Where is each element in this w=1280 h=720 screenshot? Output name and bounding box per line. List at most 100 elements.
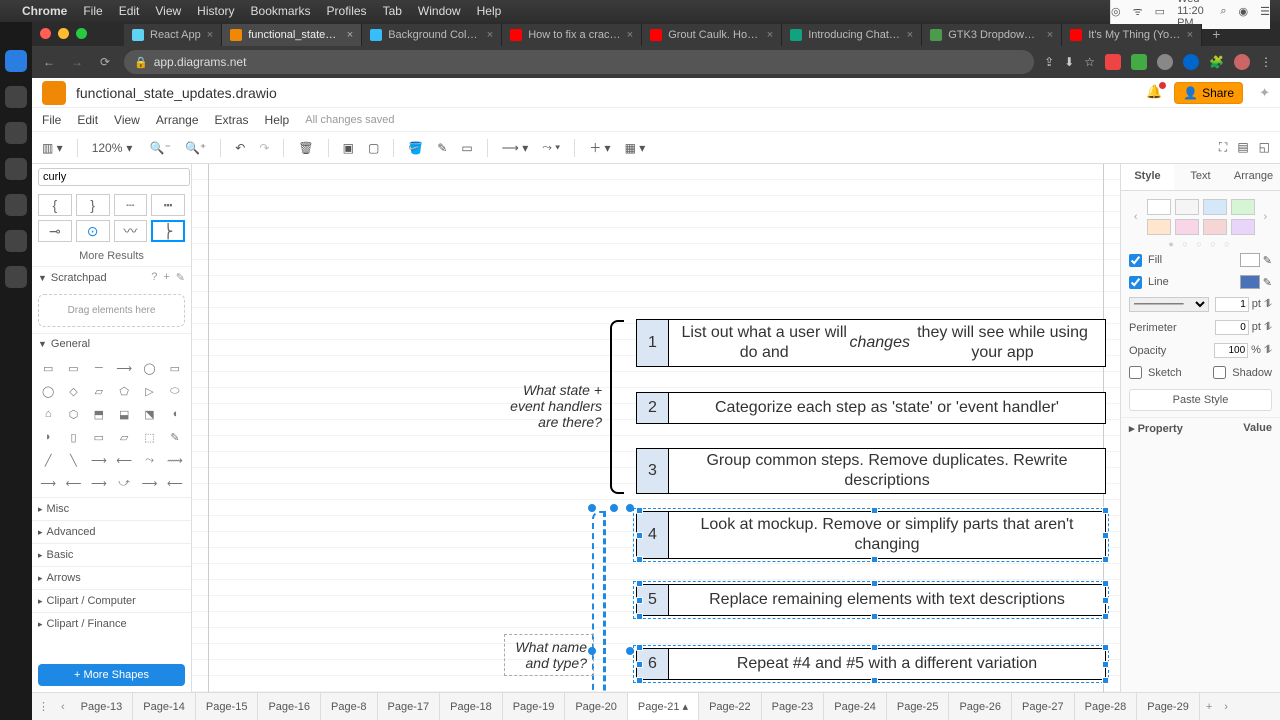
shape-18[interactable]: ◗ <box>37 427 59 447</box>
line-style-select[interactable]: ─────── <box>1129 297 1209 312</box>
shape-27[interactable]: ⟵ <box>113 450 135 470</box>
insert-tool[interactable]: ＋ ▾ <box>589 139 610 156</box>
page-tab[interactable]: Page-13 <box>71 693 134 720</box>
page-menu[interactable]: ⋮ <box>32 700 55 713</box>
zoom-in[interactable]: 🔍⁺ <box>185 141 206 155</box>
browser-tab[interactable]: React App× <box>124 24 222 46</box>
browser-tab[interactable]: How to fix a crack in the× <box>502 24 642 46</box>
perimeter-input[interactable] <box>1215 320 1249 335</box>
shape-26[interactable]: ⟶ <box>88 450 110 470</box>
reload-button[interactable]: ⟳ <box>96 55 114 69</box>
share-icon[interactable]: ⇪ <box>1044 55 1054 69</box>
page-prev[interactable]: ‹ <box>55 701 71 713</box>
dock-app-5[interactable] <box>5 194 27 216</box>
ext-3[interactable] <box>1157 54 1173 70</box>
format-panel-toggle[interactable]: ▤ <box>1237 140 1248 155</box>
category-basic[interactable]: ▸Basic <box>32 543 191 566</box>
shape-brace-right[interactable]: } <box>76 194 110 216</box>
shape-19[interactable]: ▯ <box>62 427 84 447</box>
waypoint-tool[interactable]: ⤳ ▾ <box>542 140 560 155</box>
opacity-input[interactable] <box>1214 343 1248 358</box>
menubar-app[interactable]: Chrome <box>22 4 67 18</box>
menubar-tab[interactable]: Tab <box>383 4 402 18</box>
paste-style-button[interactable]: Paste Style <box>1129 389 1272 411</box>
shape-5[interactable]: ▭ <box>164 358 186 378</box>
settings-icon[interactable]: ✦ <box>1259 85 1270 101</box>
shape-16[interactable]: ⬔ <box>138 404 160 424</box>
battery-icon[interactable]: ▭ <box>1155 5 1165 18</box>
bookmark-icon[interactable]: ☆ <box>1084 55 1095 69</box>
step-1[interactable]: 1List out what a user will do and change… <box>636 319 1106 367</box>
canvas[interactable]: What state + event handlers are there? W… <box>192 164 1120 692</box>
menubar-view[interactable]: View <box>155 4 181 18</box>
menubar-edit[interactable]: Edit <box>119 4 140 18</box>
notification-bell[interactable]: 🔔 <box>1146 84 1164 102</box>
shape-23[interactable]: ✎ <box>164 427 186 447</box>
shape-11[interactable]: ⬭ <box>164 381 186 401</box>
doc-title[interactable]: functional_state_updates.drawio <box>76 85 277 101</box>
back-button[interactable]: ← <box>40 55 58 69</box>
zoom-out[interactable]: 🔍⁻ <box>150 141 171 155</box>
shape-6[interactable]: ◯ <box>37 381 59 401</box>
scratchpad-help-icon[interactable]: ? <box>151 271 157 284</box>
window-controls[interactable] <box>40 28 87 39</box>
ext-2[interactable] <box>1131 54 1147 70</box>
page-tab[interactable]: Page-28 <box>1075 693 1138 720</box>
page-tab[interactable]: Page-27 <box>1012 693 1075 720</box>
line-color-chip[interactable] <box>1240 275 1260 289</box>
kebab-icon[interactable]: ⋮ <box>1260 55 1272 69</box>
dock-app-7[interactable] <box>5 266 27 288</box>
browser-tab[interactable]: GTK3 Dropdown Menu in× <box>922 24 1062 46</box>
sidebar-toggle[interactable]: ▥ ▾ <box>42 141 63 155</box>
appmenu-edit[interactable]: Edit <box>77 113 98 127</box>
step-2[interactable]: 2Categorize each step as 'state' or 'eve… <box>636 392 1106 424</box>
shape-7[interactable]: ◇ <box>62 381 84 401</box>
shape-tool[interactable]: ▭ <box>461 141 472 155</box>
brace-bottom[interactable] <box>592 511 606 692</box>
browser-tab[interactable]: Grout Caulk. How to silic× <box>642 24 782 46</box>
category-clipart-computer[interactable]: ▸Clipart / Computer <box>32 589 191 612</box>
shape-21[interactable]: ▱ <box>113 427 135 447</box>
appmenu-arrange[interactable]: Arrange <box>156 113 199 127</box>
appmenu-extras[interactable]: Extras <box>215 113 249 127</box>
menubar-file[interactable]: File <box>83 4 102 18</box>
close-icon[interactable]: × <box>487 29 493 41</box>
format-tab-text[interactable]: Text <box>1174 164 1227 190</box>
style-swatch[interactable] <box>1147 219 1171 235</box>
table-tool[interactable]: ▦ ▾ <box>625 141 646 155</box>
menu-icon[interactable]: ☰ <box>1260 5 1270 18</box>
step-3[interactable]: 3Group common steps. Remove duplicates. … <box>636 448 1106 494</box>
to-front[interactable]: ▣ <box>343 141 354 155</box>
browser-tab[interactable]: Introducing ChatGPT× <box>782 24 922 46</box>
category-arrows[interactable]: ▸Arrows <box>32 566 191 589</box>
browser-tab[interactable]: Background Color - Tailw× <box>362 24 502 46</box>
fill-checkbox[interactable] <box>1129 254 1142 267</box>
close-icon[interactable]: × <box>767 29 773 41</box>
zoom-select[interactable]: 120% ▾ <box>92 141 136 155</box>
category-advanced[interactable]: ▸Advanced <box>32 520 191 543</box>
shape-20[interactable]: ▭ <box>88 427 110 447</box>
shape-2[interactable]: ─ <box>88 358 110 378</box>
new-tab-button[interactable]: + <box>1202 26 1230 42</box>
line-edit-icon[interactable]: ✎ <box>1263 276 1272 289</box>
close-icon[interactable]: × <box>907 29 913 41</box>
menubar-help[interactable]: Help <box>477 4 502 18</box>
dock-app-3[interactable] <box>5 122 27 144</box>
shape-dash2[interactable]: ┅ <box>151 194 185 216</box>
shape-14[interactable]: ⬒ <box>88 404 110 424</box>
page-tab[interactable]: Page-19 <box>503 693 566 720</box>
page-tab[interactable]: Page-24 <box>824 693 887 720</box>
puzzle-icon[interactable]: 🧩 <box>1209 55 1224 69</box>
style-swatch[interactable] <box>1175 219 1199 235</box>
page-tab[interactable]: Page-14 <box>133 693 196 720</box>
page-tab[interactable]: Page-21 ▴ <box>628 693 699 720</box>
browser-tab[interactable]: functional_state_updates× <box>222 24 362 46</box>
property-header[interactable]: Property <box>1138 423 1183 435</box>
page-add[interactable]: + <box>1200 701 1218 713</box>
close-icon[interactable]: × <box>1187 29 1193 41</box>
shape-33[interactable]: ⤻ <box>113 473 135 493</box>
connection-tool[interactable]: ⟶ ▾ <box>502 141 529 155</box>
scratchpad-dropzone[interactable]: Drag elements here <box>38 294 185 327</box>
ext-1[interactable] <box>1105 54 1121 70</box>
swatch-next[interactable]: › <box>1260 211 1272 223</box>
